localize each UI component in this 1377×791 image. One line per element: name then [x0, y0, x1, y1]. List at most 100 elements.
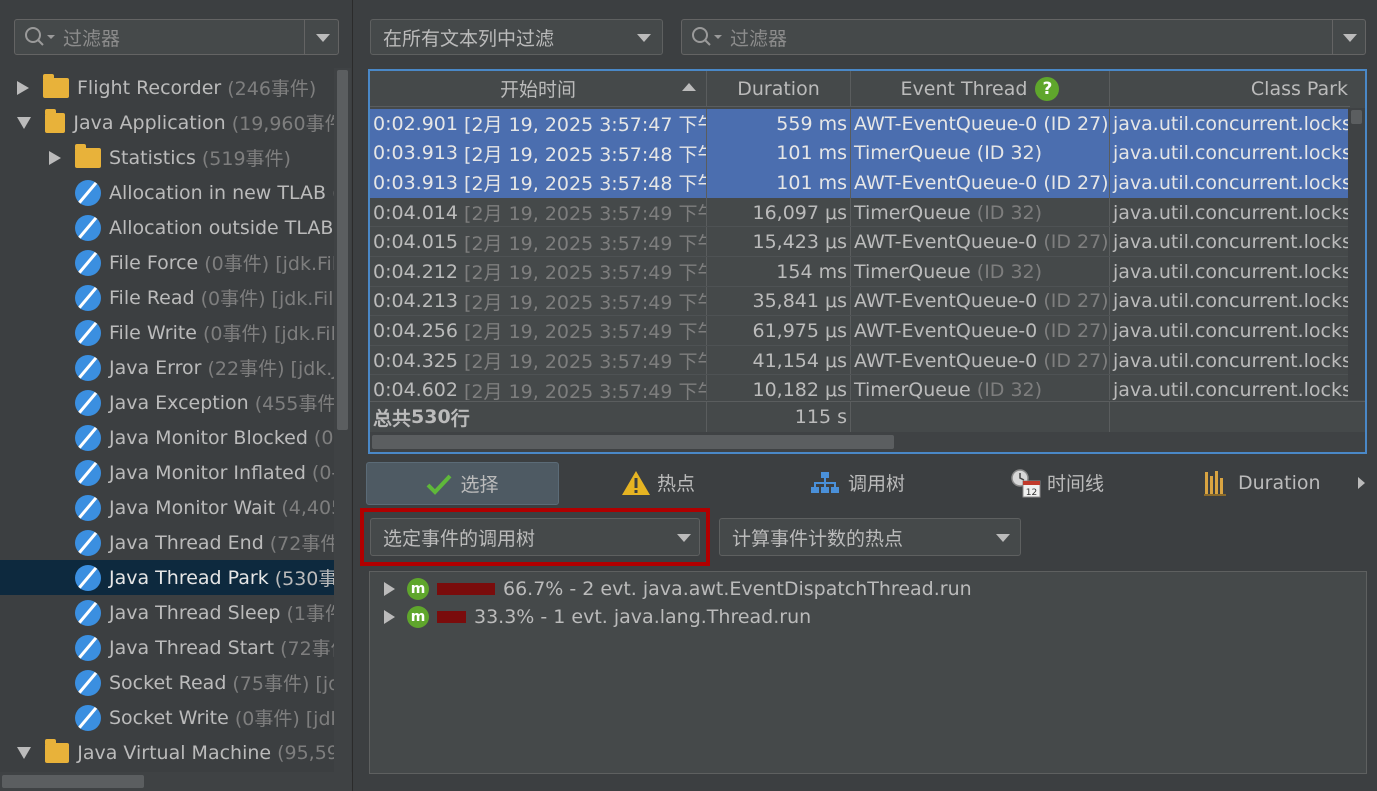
chevron-down-icon	[637, 34, 651, 42]
event-type-icon	[75, 389, 101, 416]
event-type-icon	[75, 284, 101, 311]
table-row[interactable]: 0:04.213 [2月 19, 2025 3:57:49 下午] 35,841…	[370, 286, 1365, 317]
calltree-mode-dropdown[interactable]: 选定事件的调用树	[370, 518, 700, 556]
table-filter-placeholder: 过滤器	[730, 27, 788, 50]
tree-item-event[interactable]: Java Thread Sleep (1事件	[0, 595, 334, 630]
tree-item-event[interactable]: File Read (0事件) [jdk.File	[0, 280, 334, 315]
percentage-bar	[437, 611, 466, 623]
tree-item-event[interactable]: Socket Write (0事件) [jdk	[0, 700, 334, 735]
table-horizontal-scrollbar[interactable]	[370, 432, 1365, 452]
svg-text:12: 12	[1026, 488, 1037, 498]
filter-mode-value: 在所有文本列中过滤	[383, 27, 555, 50]
column-header-duration[interactable]: Duration	[707, 71, 851, 107]
table-row[interactable]: 0:04.014 [2月 19, 2025 3:57:49 下午] 16,097…	[370, 197, 1365, 228]
panel-divider[interactable]	[352, 0, 353, 791]
chevron-down-icon	[677, 534, 691, 542]
tree-item-java-application[interactable]: Java Application (19,960事件)	[0, 105, 334, 140]
chevron-down-icon	[996, 534, 1010, 542]
table-row[interactable]: 0:04.325 [2月 19, 2025 3:57:49 下午] 41,154…	[370, 345, 1365, 376]
search-icon[interactable]	[23, 25, 57, 49]
event-type-icon	[75, 634, 101, 661]
hotspot-mode-dropdown[interactable]: 计算事件计数的热点	[719, 518, 1021, 556]
tabs-overflow-arrow[interactable]	[1358, 477, 1365, 489]
event-type-icon	[75, 179, 101, 206]
event-type-icon	[75, 494, 101, 521]
tab-hotspots[interactable]: 热点	[621, 462, 695, 503]
tree-item-event[interactable]: Java Exception (455事件)	[0, 385, 334, 420]
table-row[interactable]: 0:04.015 [2月 19, 2025 3:57:49 下午] 15,423…	[370, 227, 1365, 257]
tree-item-event[interactable]: Java Error (22事件) [jdk.Ja	[0, 350, 334, 385]
tree-item-event[interactable]: Java Monitor Inflated (0-	[0, 455, 334, 490]
help-icon[interactable]: ?	[1035, 76, 1060, 101]
tree-item-event[interactable]: File Force (0事件) [jdk.File	[0, 245, 334, 280]
expand-icon[interactable]	[384, 610, 395, 624]
percentage-bar	[437, 583, 495, 595]
call-tree-node[interactable]: m 66.7% - 2 evt. java.awt.EventDispatchT…	[384, 575, 972, 603]
tab-duration[interactable]: Duration	[1204, 462, 1321, 503]
chevron-down-icon[interactable]	[316, 34, 330, 42]
tree-item-event[interactable]: Socket Read (75事件) [jd	[0, 665, 334, 700]
calendar-clock-icon: 12	[1011, 468, 1041, 498]
event-type-icon	[75, 704, 101, 731]
tree-item-event[interactable]: Java Monitor Wait (4,405	[0, 490, 334, 525]
tree-item-event[interactable]: Allocation outside TLAB	[0, 210, 334, 245]
expand-icon[interactable]	[49, 150, 61, 165]
tree-item-statistics[interactable]: Statistics (519事件)	[0, 140, 334, 175]
folder-icon	[45, 738, 70, 763]
folder-icon	[45, 108, 66, 133]
tab-selection[interactable]: 选择	[366, 462, 559, 505]
table-filter-input[interactable]: 过滤器	[681, 19, 1366, 55]
method-icon: m	[407, 578, 429, 600]
filter-mode-dropdown[interactable]: 在所有文本列中过滤	[370, 19, 663, 55]
table-row[interactable]: 0:04.602 [2月 19, 2025 3:57:49 下午] 10,182…	[370, 375, 1365, 401]
tab-call-tree[interactable]: 调用树	[810, 462, 905, 503]
tree-item-java-thread-park-selected[interactable]: Java Thread Park (530事件	[0, 560, 334, 595]
table-footer: 总共 530 行 115 s	[370, 401, 1365, 432]
tree-vertical-scrollbar[interactable]	[334, 68, 351, 772]
tree-item-java-virtual-machine[interactable]: Java Virtual Machine (95,597	[0, 735, 334, 770]
column-header-start-time[interactable]: 开始时间	[370, 71, 707, 107]
column-header-class-park[interactable]: Class Park	[1110, 71, 1350, 107]
method-icon: m	[407, 606, 429, 628]
expand-icon[interactable]	[384, 582, 395, 596]
event-type-icon	[75, 459, 101, 486]
table-row[interactable]: 0:03.913 [2月 19, 2025 3:57:48 下午] 101 ms…	[370, 138, 1365, 169]
tab-timeline[interactable]: 12 时间线	[1010, 462, 1104, 503]
tree-item-event[interactable]: Java Thread End (72事件	[0, 525, 334, 560]
table-vertical-scrollbar[interactable]	[1348, 108, 1365, 400]
table-row[interactable]: 0:02.901 [2月 19, 2025 3:57:47 下午] 559 ms…	[370, 109, 1365, 139]
table-row[interactable]: 0:04.212 [2月 19, 2025 3:57:49 下午] 154 ms…	[370, 257, 1365, 287]
column-header-event-thread[interactable]: Event Thread ?	[851, 71, 1110, 107]
left-filter-input[interactable]: 过滤器	[14, 19, 339, 55]
hierarchy-icon	[811, 471, 839, 493]
table-row[interactable]: 0:04.256 [2月 19, 2025 3:57:49 下午] 61,975…	[370, 316, 1365, 346]
warning-icon	[622, 470, 650, 495]
event-type-icon	[75, 529, 101, 556]
expand-icon[interactable]	[17, 80, 29, 95]
tree-item-event[interactable]: Java Thread Start (72事件	[0, 630, 334, 665]
collapse-icon[interactable]	[17, 746, 31, 759]
event-type-icon	[75, 214, 101, 241]
tree-item-event[interactable]: Java Monitor Blocked (0-	[0, 420, 334, 455]
event-type-icon	[75, 319, 101, 346]
check-icon	[427, 474, 452, 495]
call-tree-panel[interactable]: m 66.7% - 2 evt. java.awt.EventDispatchT…	[369, 571, 1367, 774]
event-table[interactable]: 开始时间 Duration Event Thread ? Class Park …	[368, 69, 1367, 454]
tree-horizontal-scrollbar[interactable]	[0, 772, 352, 791]
event-type-tree[interactable]: Flight Recorder (246事件) Java Application…	[0, 68, 334, 772]
event-type-icon	[75, 424, 101, 451]
event-type-icon	[75, 669, 101, 696]
left-filter-placeholder: 过滤器	[63, 27, 121, 50]
chevron-down-icon[interactable]	[1343, 34, 1357, 42]
sort-ascending-icon	[682, 83, 696, 91]
collapse-icon[interactable]	[17, 116, 31, 129]
tree-item-flight-recorder[interactable]: Flight Recorder (246事件)	[0, 70, 334, 105]
tree-item-event[interactable]: File Write (0事件) [jdk.File	[0, 315, 334, 350]
event-type-icon	[75, 564, 101, 591]
folder-icon	[43, 73, 69, 98]
search-icon[interactable]	[690, 25, 724, 49]
tree-item-event[interactable]: Allocation in new TLAB (	[0, 175, 334, 210]
event-type-icon	[75, 249, 101, 276]
call-tree-node[interactable]: m 33.3% - 1 evt. java.lang.Thread.run	[384, 603, 811, 631]
table-row[interactable]: 0:03.913 [2月 19, 2025 3:57:48 下午] 101 ms…	[370, 168, 1365, 198]
